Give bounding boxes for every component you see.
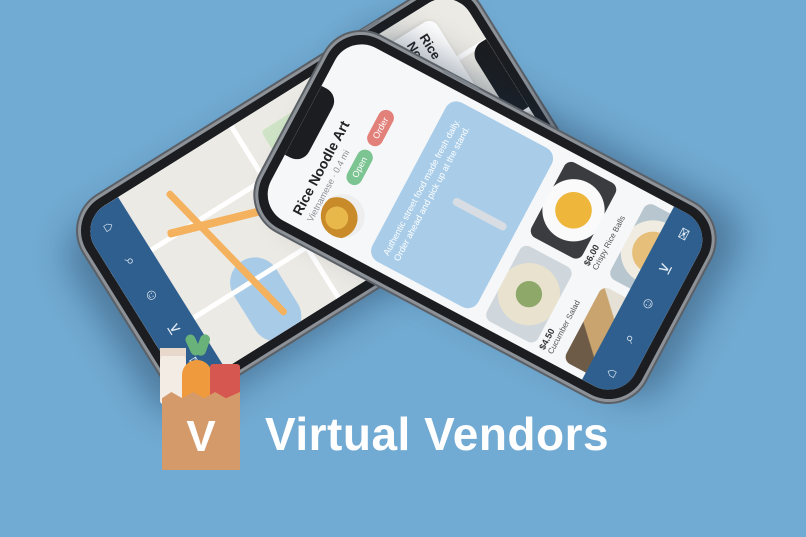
scroll-indicator[interactable] (451, 196, 509, 232)
logo-letter: V (186, 412, 216, 461)
bag-icon: V (162, 392, 240, 470)
brand-name: Virtual Vendors (265, 408, 610, 460)
brand-logo: V (160, 332, 246, 470)
profile-icon[interactable]: ☺ (137, 279, 166, 312)
carrot-leaf (194, 332, 212, 358)
home-icon[interactable]: ⌂ (597, 356, 625, 389)
search-icon[interactable]: ⌕ (615, 322, 643, 355)
profile-icon[interactable]: ☺ (633, 287, 661, 320)
chat-icon[interactable]: ✉ (670, 218, 699, 251)
home-icon[interactable]: ⌂ (95, 210, 124, 243)
search-icon[interactable]: ⌕ (116, 244, 145, 277)
cart-icon[interactable]: ⊻ (651, 252, 680, 285)
